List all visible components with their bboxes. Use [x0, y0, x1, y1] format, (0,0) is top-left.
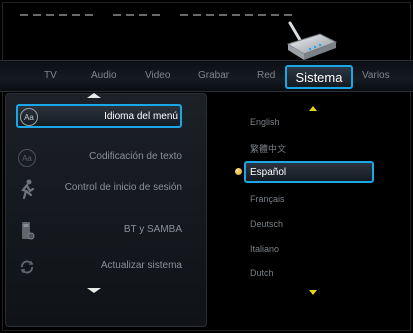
- menu-item-bt-samba[interactable]: BT y SAMBA: [6, 218, 206, 244]
- update-system-icon: [16, 256, 38, 278]
- tab-varios[interactable]: Varios: [362, 70, 390, 81]
- language-option-espanol[interactable]: Español: [244, 161, 374, 183]
- menu-item-label: BT y SAMBA: [123, 224, 182, 235]
- language-scroll-down-icon[interactable]: [309, 290, 317, 295]
- menu-item-control-inicio[interactable]: Control de inicio de sesión: [6, 176, 206, 202]
- menu-scroll-down-icon[interactable]: [87, 288, 101, 293]
- menu-item-idioma[interactable]: Aa Idioma del menú: [16, 104, 182, 128]
- language-option-deutsch[interactable]: Deutsch: [250, 219, 283, 229]
- status-indicator: [20, 14, 295, 16]
- tab-grabar[interactable]: Grabar: [198, 70, 229, 81]
- menu-item-label: Codificación de texto: [89, 151, 182, 162]
- menu-scroll-up-icon[interactable]: [87, 93, 101, 98]
- tab-red[interactable]: Red: [257, 70, 275, 81]
- settings-screen: TV Audio Video Grabar Red Sistema Varios…: [0, 0, 413, 333]
- selected-bullet-icon: [235, 168, 242, 175]
- category-tab-bar: TV Audio Video Grabar Red Sistema Varios: [0, 60, 413, 92]
- menu-item-actualizar[interactable]: Actualizar sistema: [6, 254, 206, 280]
- language-icon: Aa: [18, 106, 40, 128]
- menu-item-label: Idioma del menú: [104, 111, 178, 122]
- tab-sistema[interactable]: Sistema: [285, 65, 353, 89]
- tab-audio[interactable]: Audio: [91, 70, 117, 81]
- language-scroll-up-icon[interactable]: [309, 106, 317, 111]
- bt-samba-icon: [16, 220, 38, 242]
- language-option-traditional-chinese[interactable]: 繁體中文: [250, 142, 286, 155]
- text-encoding-icon: Aa: [16, 147, 38, 169]
- language-option-francais[interactable]: Français: [250, 194, 285, 204]
- menu-item-label: Control de inicio de sesión: [64, 182, 182, 193]
- language-option-dutch[interactable]: Dutch: [250, 268, 274, 278]
- menu-item-codificacion[interactable]: Aa Codificación de texto: [6, 145, 206, 171]
- language-option-italiano[interactable]: Italiano: [250, 244, 279, 254]
- settings-menu-panel: Aa Idioma del menú Aa Codificación de te…: [5, 93, 207, 327]
- login-control-icon: [16, 178, 38, 200]
- router-icon: [286, 21, 338, 60]
- tab-video[interactable]: Video: [145, 70, 170, 81]
- tab-tv[interactable]: TV: [44, 70, 57, 81]
- menu-item-label: Actualizar sistema: [100, 260, 182, 271]
- language-option-english[interactable]: English: [250, 117, 280, 127]
